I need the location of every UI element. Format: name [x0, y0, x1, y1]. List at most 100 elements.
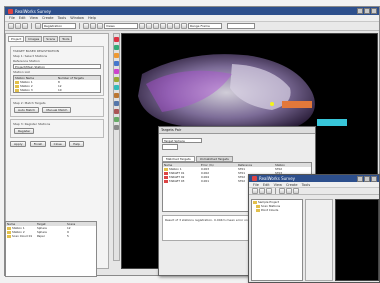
grid-icon[interactable] — [181, 23, 187, 29]
properties-panel — [305, 199, 333, 281]
panel-actions: Apply Finish Close Help — [6, 140, 108, 148]
mode-select[interactable]: Registration — [42, 23, 76, 29]
menu-window[interactable]: Window — [70, 16, 84, 20]
menu-bar: File Edit View Create Tools Window Help — [5, 15, 379, 22]
title-bar: RealWorks Survey — [249, 175, 379, 182]
menu-file[interactable]: File — [9, 16, 15, 20]
minimize-button[interactable] — [357, 176, 363, 182]
list-item[interactable]: Station 3 10 — [14, 88, 100, 92]
project-tree: Sample Project Scan Stations Point Cloud… — [251, 199, 303, 281]
station-list-label: Station List — [13, 70, 30, 74]
mesh-icon[interactable] — [114, 77, 119, 82]
item-scans: 5 — [67, 234, 69, 238]
fence-icon[interactable] — [114, 53, 119, 58]
menu-help[interactable]: Help — [88, 16, 96, 20]
toolbar-divider — [79, 23, 80, 29]
menu-tools[interactable]: Tools — [302, 183, 311, 187]
range-frame-select[interactable]: Range Frame — [188, 23, 222, 29]
hide-icon[interactable] — [114, 117, 119, 122]
segment-icon[interactable] — [114, 45, 119, 50]
tab-unmatched-targets[interactable]: Unmatched Targets — [195, 156, 233, 162]
rotate-icon[interactable] — [293, 188, 299, 194]
window-controls — [357, 176, 377, 182]
fit-icon[interactable] — [153, 23, 159, 29]
match-group: Step 2: Match Targets Auto Match Manual … — [10, 98, 104, 117]
rotate-icon[interactable] — [97, 23, 103, 29]
render-icon[interactable] — [160, 23, 166, 29]
distance-icon[interactable] — [114, 101, 119, 106]
new-icon[interactable] — [252, 188, 258, 194]
app-icon — [8, 8, 13, 14]
target-icon[interactable] — [114, 93, 119, 98]
menu-edit[interactable]: Edit — [19, 16, 26, 20]
filter-icon[interactable] — [174, 23, 180, 29]
dialog-title: Targets Pair — [159, 127, 315, 134]
folder-icon — [15, 88, 19, 92]
window-title: RealWorks Survey — [15, 8, 52, 14]
panel-tabs: Project Images Scans Tools — [6, 34, 108, 44]
auto-match-button[interactable]: Auto Match — [14, 107, 40, 113]
close-button[interactable] — [371, 176, 377, 182]
register-button[interactable]: Register — [14, 128, 35, 134]
menu-file[interactable]: File — [253, 183, 259, 187]
minimize-button[interactable] — [357, 8, 363, 14]
tab-project[interactable]: Project — [8, 36, 25, 42]
help-button[interactable]: Help — [69, 141, 84, 147]
search-input[interactable] — [227, 23, 255, 29]
zoom-icon[interactable] — [279, 188, 285, 194]
reference-station-select[interactable]: Project/Main Station — [13, 64, 101, 69]
pan-icon[interactable] — [286, 188, 292, 194]
title-bar: RealWorks Survey — [5, 7, 379, 15]
registration-group: TARGET BASED REGISTRATION Step 1: Select… — [10, 46, 104, 96]
tab-tools[interactable]: Tools — [59, 36, 73, 42]
finish-button[interactable]: Finish — [29, 141, 47, 147]
cut-icon[interactable] — [114, 61, 119, 66]
section-icon[interactable] — [114, 85, 119, 90]
folder-icon — [7, 234, 11, 238]
pan-icon[interactable] — [90, 23, 96, 29]
target-error: 0.001 — [201, 179, 210, 183]
save-icon[interactable] — [266, 188, 272, 194]
target-type-select[interactable]: Target Sphere — [162, 138, 202, 143]
angle-icon[interactable] — [114, 109, 119, 114]
window-controls — [357, 8, 377, 14]
select-icon[interactable] — [139, 23, 145, 29]
target-type-button[interactable] — [162, 144, 178, 150]
open-icon[interactable] — [15, 23, 21, 29]
undo-icon[interactable] — [35, 23, 41, 29]
close-panel-button[interactable]: Close — [49, 141, 66, 147]
menu-create[interactable]: Create — [286, 183, 298, 187]
measure-icon[interactable] — [146, 23, 152, 29]
tree-item[interactable]: Point Clouds — [252, 208, 302, 212]
menu-view[interactable]: View — [274, 183, 282, 187]
pick-icon[interactable] — [114, 37, 119, 42]
menu-view[interactable]: View — [30, 16, 38, 20]
new-icon[interactable] — [8, 23, 14, 29]
color-icon[interactable] — [114, 69, 119, 74]
step3-label: Step 3: Register Stations — [13, 122, 51, 126]
secondary-viewport[interactable] — [335, 199, 379, 281]
list-item[interactable]: Scan Cloud 01 Paper 5 — [6, 234, 96, 238]
menu-edit[interactable]: Edit — [263, 183, 270, 187]
tab-images[interactable]: Images — [25, 36, 43, 42]
secondary-window: RealWorks Survey File Edit View Create T… — [248, 174, 380, 283]
project-tree-list: Name Target Scans Station 1 Sphere 12 St… — [5, 221, 97, 277]
maximize-button[interactable] — [364, 176, 370, 182]
step1-label: Step 1: Select Stations — [13, 54, 48, 58]
open-icon[interactable] — [259, 188, 265, 194]
settings-icon[interactable] — [114, 125, 119, 130]
close-button[interactable] — [371, 8, 377, 14]
view-select[interactable]: Views — [104, 23, 138, 29]
maximize-button[interactable] — [364, 8, 370, 14]
zoom-icon[interactable] — [83, 23, 89, 29]
tab-matched-targets[interactable]: Matched Targets — [162, 156, 195, 162]
manual-match-button[interactable]: Manual Match — [42, 107, 72, 113]
layer-icon[interactable] — [167, 23, 173, 29]
menu-tools[interactable]: Tools — [58, 16, 67, 20]
tab-scans[interactable]: Scans — [43, 36, 59, 42]
dialog-controls: Target Sphere — [159, 134, 315, 154]
window-title: RealWorks Survey — [259, 176, 296, 181]
apply-button[interactable]: Apply — [10, 141, 27, 147]
menu-create[interactable]: Create — [42, 16, 54, 20]
save-icon[interactable] — [22, 23, 28, 29]
